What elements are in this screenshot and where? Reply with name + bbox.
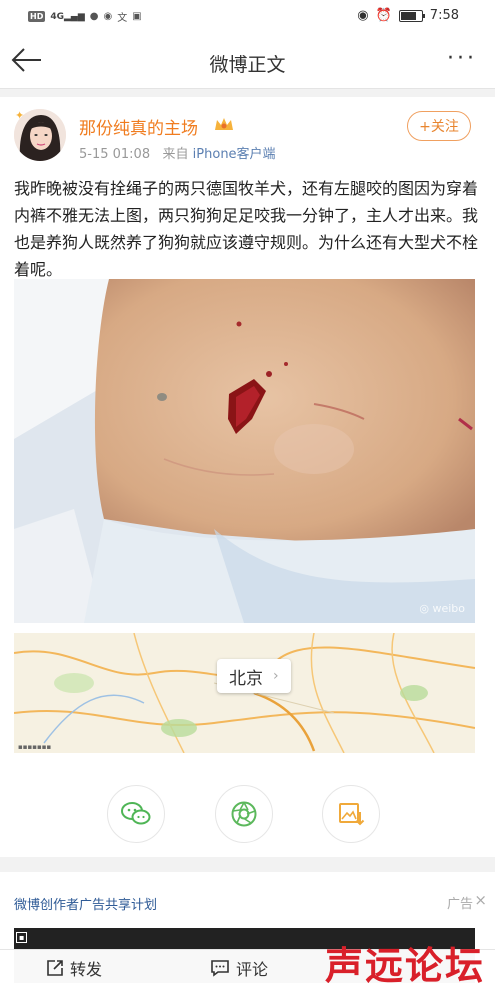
save-image-icon [339, 803, 365, 826]
vip-crown-icon [215, 118, 233, 130]
eye-icon: ◉ [357, 8, 369, 23]
ad-tag: 广告 [446, 897, 473, 912]
status-bar: HD 4G▂▄▆ ● ◉ 文 ▣ ◉ ⏰ 7:58 [0, 0, 495, 34]
nav-bar: 微博正文 ··· [0, 34, 495, 89]
status-right-icons: ◉ ⏰ 7:58 [357, 8, 459, 23]
location-map[interactable]: 北京 › ▪▪▪▪▪▪▪ [14, 633, 475, 753]
comment-button[interactable]: 评论 [210, 956, 268, 980]
comment-label: 评论 [236, 960, 269, 979]
share-row [0, 785, 495, 845]
repost-button[interactable]: 转发 [46, 956, 102, 980]
translate-icon: 文 [117, 13, 128, 24]
repost-icon [47, 960, 63, 976]
wechat-icon [121, 802, 151, 825]
username[interactable]: 那份纯真的主场 [79, 114, 198, 139]
weibo-post-page: HD 4G▂▄▆ ● ◉ 文 ▣ ◉ ⏰ 7:58 微博正文 ··· ✦ 那份纯… [0, 0, 495, 983]
hd-indicator: HD [28, 11, 46, 22]
post-date: 5-15 01:08 [79, 147, 151, 162]
repost-label: 转发 [70, 960, 103, 979]
share-wechat-button[interactable] [107, 785, 165, 843]
alarm-icon: ⏰ [375, 8, 392, 23]
share-moments-button[interactable] [215, 785, 273, 843]
app-notification-icon: ▣ [132, 11, 142, 22]
image-watermark: ◎ weibo [419, 602, 465, 615]
forum-watermark-logo: 声远论坛 [324, 943, 485, 983]
location-name: 北京 [229, 668, 263, 689]
post-image[interactable]: ◎ weibo [14, 279, 475, 623]
star-badge-icon: ✦ [15, 109, 25, 122]
more-dots-icon[interactable]: ··· [447, 46, 477, 71]
signal-icon: 4G▂▄▆ [50, 11, 85, 22]
wechat-notification-icon: ● [89, 11, 99, 22]
chevron-right-icon: › [273, 668, 279, 684]
from-label: 来自 [162, 147, 189, 162]
post-source[interactable]: iPhone客户端 [193, 147, 276, 162]
close-icon[interactable]: × [474, 891, 487, 909]
comment-icon [211, 960, 229, 977]
leg-bite-wound-photo [14, 279, 475, 623]
post-meta: 5-15 01:08 来自 iPhone客户端 [79, 143, 276, 162]
post-text: 我昨晚被没有拴绳子的两只德国牧羊犬，还有左腿咬的图因为穿着内裤不雅无法上图，两只… [14, 179, 479, 279]
ad-title[interactable]: 微博创作者广告共享计划 [14, 894, 157, 913]
location-label[interactable]: 北京 › [217, 659, 291, 693]
post-card: ✦ 那份纯真的主场 5-15 01:08 来自 iPhone客户端 +关注 我昨… [0, 97, 495, 857]
moments-icon [231, 801, 257, 827]
clock-time: 7:58 [429, 8, 459, 23]
map-credit: ▪▪▪▪▪▪▪ [18, 743, 52, 751]
battery-icon [398, 9, 425, 22]
map-image [14, 633, 475, 753]
save-image-button[interactable] [322, 785, 380, 843]
chat-bubble-icon: ◉ [103, 11, 113, 22]
ad-banner-badge: ▪ [16, 932, 28, 943]
follow-button[interactable]: +关注 [407, 111, 471, 141]
status-left-icons: HD 4G▂▄▆ ● ◉ 文 ▣ [28, 9, 142, 24]
page-title: 微博正文 [209, 54, 286, 76]
